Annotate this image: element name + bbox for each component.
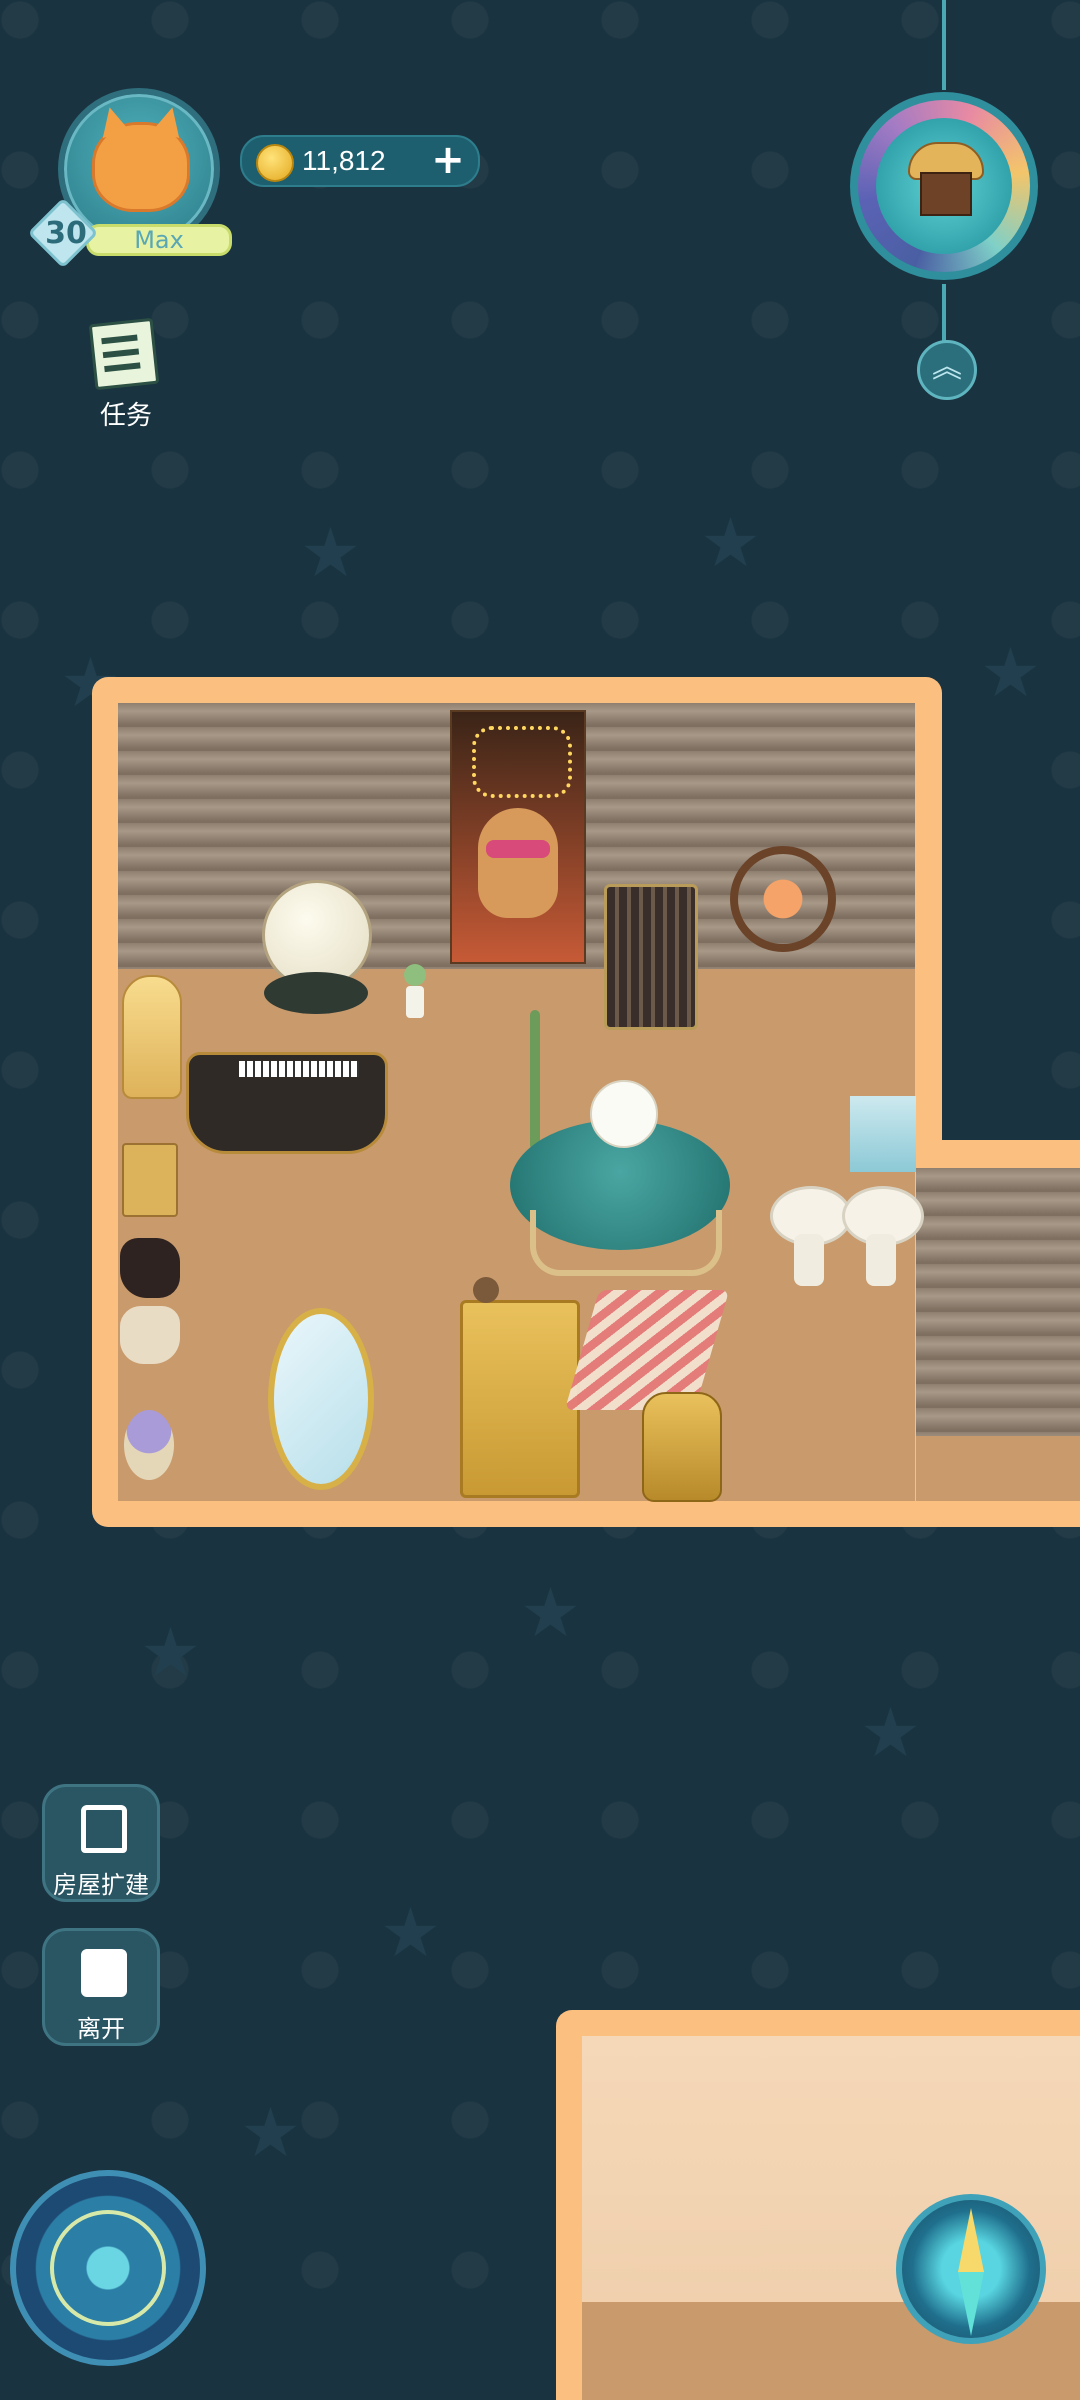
cupcake-house-icon xyxy=(908,142,984,216)
small-character-head xyxy=(404,964,426,986)
house-icon xyxy=(81,1805,127,1853)
double-chevron-up-icon[interactable]: ︽ xyxy=(917,340,977,400)
expand-house-button[interactable]: 房屋扩建 xyxy=(42,1784,160,1902)
leaf-bed-furniture[interactable] xyxy=(510,1010,730,1290)
fox-avatar-icon xyxy=(92,122,190,212)
small-character[interactable] xyxy=(400,964,430,1020)
window-furniture[interactable] xyxy=(850,1096,916,1172)
star-icon: ★ xyxy=(300,514,361,593)
piano-furniture[interactable] xyxy=(186,1052,388,1154)
medallion-chain-lower xyxy=(942,284,946,342)
compass-needle xyxy=(958,2208,984,2336)
house-body xyxy=(920,172,972,216)
magic-circle-ring xyxy=(50,2210,166,2326)
small-character-body xyxy=(406,986,424,1018)
poster-furniture[interactable] xyxy=(450,710,586,964)
gold-cabinet-furniture[interactable] xyxy=(460,1277,580,1498)
lily-stem xyxy=(530,1010,540,1150)
gold-urn-furniture[interactable] xyxy=(642,1392,722,1502)
ship-wheel-furniture[interactable] xyxy=(730,846,836,952)
standing-mirror-furniture[interactable] xyxy=(252,1304,378,1492)
star-icon: ★ xyxy=(140,1614,201,1693)
task-list-icon xyxy=(88,317,160,391)
sleeping-character xyxy=(590,1080,658,1148)
round-tables-furniture[interactable] xyxy=(770,1186,930,1290)
room-extension-wall xyxy=(916,1168,1080,1436)
star-icon: ★ xyxy=(520,1574,581,1653)
level-number: 30 xyxy=(45,216,87,251)
globe-lamp-furniture[interactable] xyxy=(258,880,372,1020)
coin-amount: 11,812 xyxy=(302,145,386,176)
dark-rug-furniture[interactable] xyxy=(120,1238,180,1298)
leave-button[interactable]: 离开 xyxy=(42,1928,160,2046)
lamp-base xyxy=(264,972,368,1014)
star-icon: ★ xyxy=(980,634,1041,713)
star-icon: ★ xyxy=(380,1894,441,1973)
tasks-label: 任务 xyxy=(99,401,152,431)
magic-circle-icon[interactable] xyxy=(10,2170,206,2366)
poster-character xyxy=(478,808,558,918)
piano-keys xyxy=(239,1061,359,1077)
gold-coin-icon xyxy=(256,144,294,182)
table-leg xyxy=(866,1234,896,1286)
star-icon: ★ xyxy=(700,504,761,583)
bed-frame xyxy=(530,1210,722,1276)
poster-lights xyxy=(472,726,572,798)
compass-icon[interactable] xyxy=(896,2194,1046,2344)
leave-label: 离开 xyxy=(77,2015,125,2043)
level-status: Max xyxy=(134,226,184,254)
table-leg xyxy=(794,1234,824,1286)
mirror-glass xyxy=(268,1308,374,1490)
star-icon: ★ xyxy=(860,1694,921,1773)
building-medallion[interactable] xyxy=(830,86,1058,286)
poster-glasses xyxy=(486,840,550,858)
coin-counter: 11,812 + xyxy=(240,135,480,187)
room-extension-floor[interactable] xyxy=(916,1436,1080,1501)
expand-house-label: 房屋扩建 xyxy=(53,1871,149,1899)
small-shelf-furniture[interactable] xyxy=(122,1143,178,1217)
trunk-furniture[interactable] xyxy=(604,884,698,1030)
light-rug-furniture[interactable] xyxy=(120,1306,180,1364)
flower-pot-furniture[interactable] xyxy=(124,1410,174,1480)
star-icon: ★ xyxy=(240,2094,301,2173)
rocket-furniture[interactable] xyxy=(122,975,182,1099)
add-coins-button[interactable]: + xyxy=(428,137,468,185)
exit-icon xyxy=(81,1949,127,1997)
cabinet-ornament xyxy=(473,1277,499,1303)
medallion-chain xyxy=(942,0,946,90)
player-avatar-panel[interactable]: Max 30 xyxy=(27,88,232,269)
tasks-button[interactable]: 任务 xyxy=(82,315,162,431)
